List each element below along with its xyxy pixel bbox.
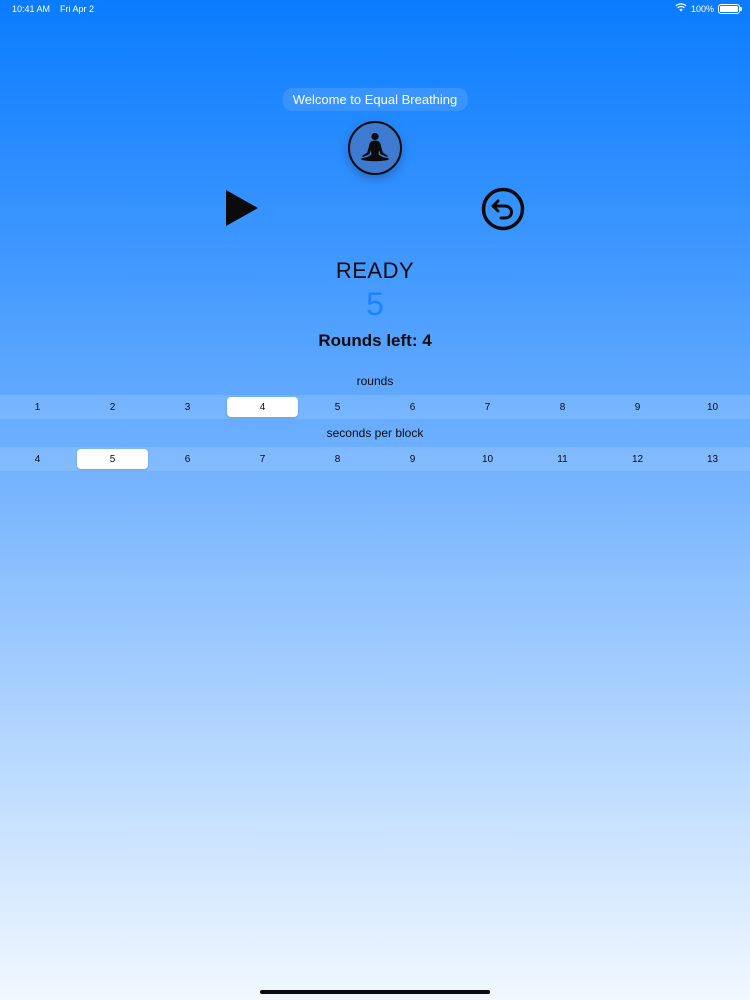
meditation-icon: [348, 121, 402, 175]
status-time: 10:41 AM: [12, 4, 51, 14]
seconds-segmented-control: 4 5 6 7 8 9 10 11 12 13: [0, 447, 750, 471]
welcome-title: Welcome to Equal Breathing: [282, 88, 468, 111]
seconds-option-5[interactable]: 5: [77, 449, 148, 469]
rounds-option-7[interactable]: 7: [450, 395, 525, 419]
seconds-option-7[interactable]: 7: [225, 447, 300, 471]
rounds-label: rounds: [356, 374, 394, 388]
rounds-option-1[interactable]: 1: [0, 395, 75, 419]
seconds-option-4[interactable]: 4: [0, 447, 75, 471]
rounds-option-5[interactable]: 5: [300, 395, 375, 419]
rounds-option-9[interactable]: 9: [600, 395, 675, 419]
seconds-option-9[interactable]: 9: [375, 447, 450, 471]
rounds-segmented-control: 1 2 3 4 5 6 7 8 9 10: [0, 395, 750, 419]
rounds-left-label: Rounds left: 4: [318, 331, 432, 350]
battery-fill: [720, 5, 738, 12]
rounds-option-10[interactable]: 10: [675, 395, 750, 419]
reset-arrow-icon: [481, 187, 525, 231]
status-date: Fri Apr 2: [60, 4, 95, 14]
state-label: READY: [335, 258, 415, 283]
seconds-option-13[interactable]: 13: [675, 447, 750, 471]
rounds-option-2[interactable]: 2: [75, 395, 150, 419]
seconds-label: seconds per block: [326, 426, 424, 440]
seconds-option-8[interactable]: 8: [300, 447, 375, 471]
seconds-option-10[interactable]: 10: [450, 447, 525, 471]
seconds-option-6[interactable]: 6: [150, 447, 225, 471]
play-button[interactable]: [222, 188, 262, 228]
status-right: 100%: [675, 3, 742, 14]
play-icon: [226, 190, 258, 226]
rounds-option-8[interactable]: 8: [525, 395, 600, 419]
rounds-option-6[interactable]: 6: [375, 395, 450, 419]
home-indicator[interactable]: [260, 990, 490, 994]
reset-button[interactable]: [481, 187, 525, 231]
count-label: 5: [366, 286, 384, 322]
seconds-option-11[interactable]: 11: [525, 447, 600, 471]
seconds-option-12[interactable]: 12: [600, 447, 675, 471]
rounds-option-3[interactable]: 3: [150, 395, 225, 419]
status-bar: 10:41 AM Fri Apr 2 100%: [0, 0, 750, 18]
battery-icon: [718, 3, 742, 14]
battery-percent: 100%: [690, 3, 714, 14]
status-left: 10:41 AM Fri Apr 2: [12, 4, 94, 14]
wifi-icon: [675, 3, 687, 14]
rounds-option-4[interactable]: 4: [227, 397, 298, 417]
